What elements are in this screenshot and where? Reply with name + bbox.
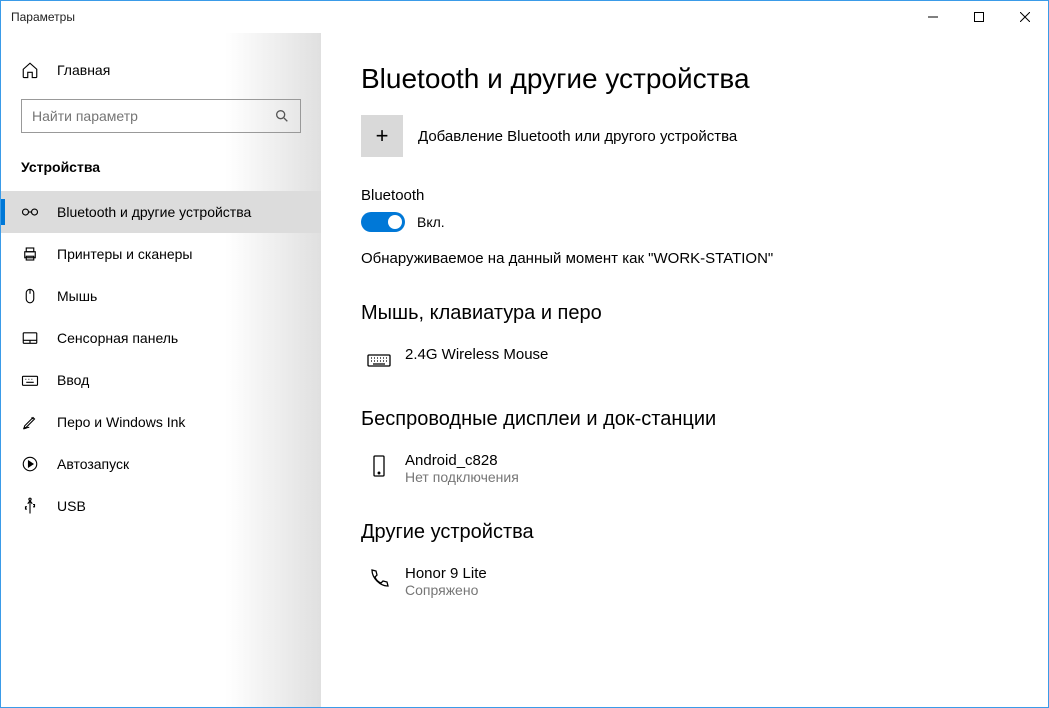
window-title: Параметры — [11, 10, 75, 24]
bluetooth-label: Bluetooth — [361, 187, 1008, 204]
device-wireless-mouse[interactable]: 2.4G Wireless Mouse — [361, 340, 1008, 378]
search-icon — [274, 108, 290, 124]
group-wireless-displays: Беспроводные дисплеи и док-станции — [361, 408, 1008, 431]
sidebar-item-label: Сенсорная панель — [57, 330, 178, 346]
usb-icon — [21, 497, 39, 515]
home-icon — [21, 61, 39, 79]
search-input[interactable] — [32, 108, 274, 124]
maximize-button[interactable] — [956, 1, 1002, 33]
phone-icon — [361, 565, 397, 591]
add-device-label: Добавление Bluetooth или другого устройс… — [418, 128, 737, 145]
group-mouse-keyboard-pen: Мышь, клавиатура и перо — [361, 302, 1008, 325]
bluetooth-toggle[interactable] — [361, 212, 405, 232]
sidebar-item-label: Принтеры и сканеры — [57, 246, 192, 262]
home-label: Главная — [57, 62, 110, 78]
bluetooth-toggle-state: Вкл. — [417, 214, 445, 230]
sidebar-item-label: Перо и Windows Ink — [57, 414, 185, 430]
sidebar-item-usb[interactable]: USB — [1, 485, 321, 527]
keyboard-icon — [361, 346, 397, 372]
sidebar-section-header: Устройства — [1, 151, 321, 183]
sidebar: Главная Устройства Bluetooth и другие ус… — [1, 33, 321, 707]
home-link[interactable]: Главная — [1, 53, 321, 87]
sidebar-item-autoplay[interactable]: Автозапуск — [1, 443, 321, 485]
sidebar-item-label: Мышь — [57, 288, 97, 304]
sidebar-item-mouse[interactable]: Мышь — [1, 275, 321, 317]
group-other-devices: Другие устройства — [361, 521, 1008, 544]
keyboard-icon — [21, 371, 39, 389]
sidebar-item-label: Bluetooth и другие устройства — [57, 204, 251, 220]
autoplay-icon — [21, 455, 39, 473]
window-titlebar: Параметры — [1, 1, 1048, 33]
page-title: Bluetooth и другие устройства — [361, 63, 1008, 95]
printer-icon — [21, 245, 39, 263]
tablet-icon — [361, 452, 397, 478]
sidebar-item-pen[interactable]: Перо и Windows Ink — [1, 401, 321, 443]
device-name: 2.4G Wireless Mouse — [405, 346, 548, 363]
sidebar-item-touchpad[interactable]: Сенсорная панель — [1, 317, 321, 359]
search-box[interactable] — [21, 99, 301, 133]
sidebar-item-label: Автозапуск — [57, 456, 129, 472]
discoverable-text: Обнаруживаемое на данный момент как "WOR… — [361, 250, 1008, 267]
sidebar-item-typing[interactable]: Ввод — [1, 359, 321, 401]
device-status: Сопряжено — [405, 582, 487, 598]
sidebar-item-label: Ввод — [57, 372, 89, 388]
minimize-button[interactable] — [910, 1, 956, 33]
sidebar-item-bluetooth[interactable]: Bluetooth и другие устройства — [1, 191, 321, 233]
touchpad-icon — [21, 329, 39, 347]
device-name: Android_c828 — [405, 452, 519, 469]
sidebar-item-printers[interactable]: Принтеры и сканеры — [1, 233, 321, 275]
device-name: Honor 9 Lite — [405, 565, 487, 582]
link-icon — [21, 203, 39, 221]
device-status: Нет подключения — [405, 469, 519, 485]
close-button[interactable] — [1002, 1, 1048, 33]
device-honor[interactable]: Honor 9 Lite Сопряжено — [361, 559, 1008, 604]
device-android[interactable]: Android_c828 Нет подключения — [361, 446, 1008, 491]
pen-icon — [21, 413, 39, 431]
plus-icon: + — [361, 115, 403, 157]
sidebar-item-label: USB — [57, 498, 86, 514]
mouse-icon — [21, 287, 39, 305]
add-device-button[interactable]: + Добавление Bluetooth или другого устро… — [361, 115, 1008, 157]
main-content: Bluetooth и другие устройства + Добавлен… — [321, 33, 1048, 707]
